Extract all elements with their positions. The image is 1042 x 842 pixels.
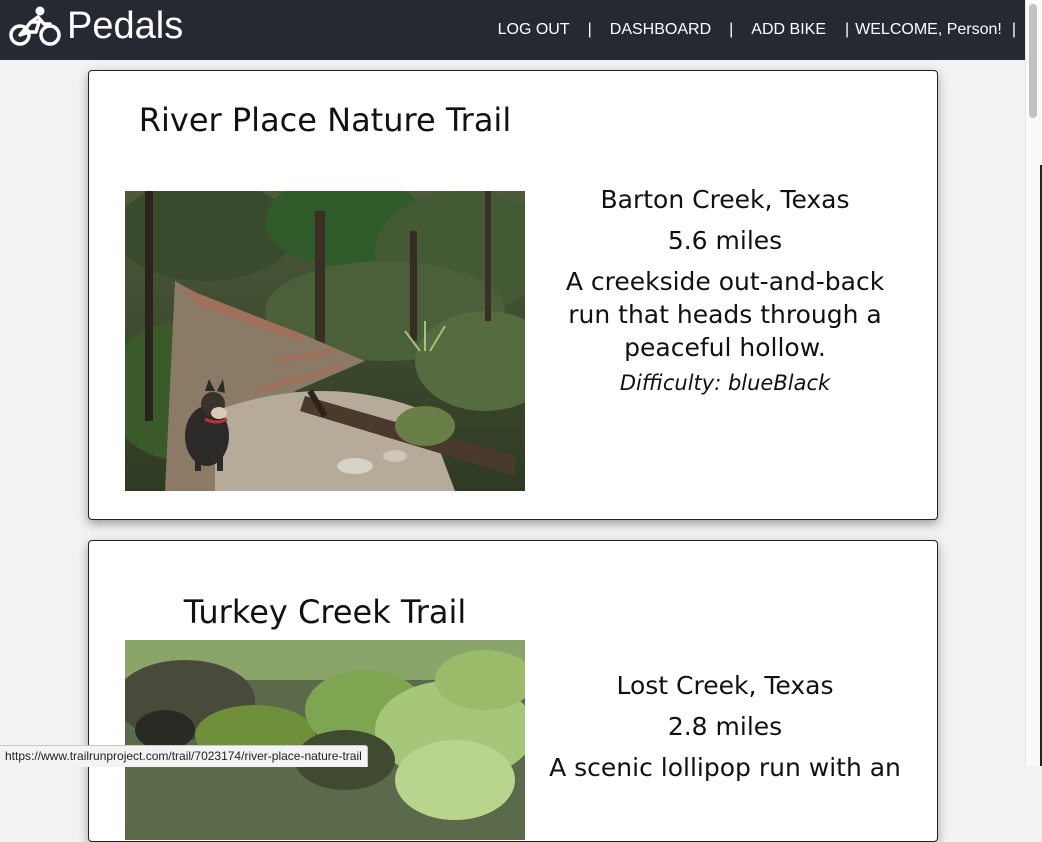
brand-name: Pedals — [67, 5, 184, 47]
nav-separator: | — [1011, 21, 1016, 38]
trail-info: Lost Creek, Texas 2.8 miles A scenic lol… — [545, 669, 905, 788]
trail-title: Turkey Creek Trail — [183, 593, 467, 631]
trail-title: River Place Nature Trail — [138, 101, 512, 139]
trail-photo-link[interactable] — [125, 191, 525, 491]
trail-location: Barton Creek, Texas — [600, 185, 850, 214]
main-nav: LOG OUT | DASHBOARD | ADD BIKE | WELCOME… — [498, 0, 1025, 60]
nav-separator: | — [587, 21, 592, 38]
scrollbar-thumb[interactable] — [1029, 4, 1037, 118]
trail-distance: 5.6 miles — [667, 226, 783, 255]
top-navbar: Pedals LOG OUT | DASHBOARD | ADD BIKE | … — [0, 0, 1025, 60]
trail-card: River Place Nature Trail Barton Creek, T… — [88, 70, 938, 520]
trail-photo — [125, 640, 525, 840]
trail-distance: 2.8 miles — [667, 712, 783, 741]
bicycle-rider-icon — [9, 6, 61, 46]
trail-card: Turkey Creek Trail Lost Creek, Texas 2.8… — [88, 540, 938, 842]
link-status-bar: https://www.trailrunproject.com/trail/70… — [0, 745, 368, 767]
nav-separator: | — [729, 21, 734, 38]
trail-difficulty: Difficulty: blueBlack — [619, 371, 831, 395]
nav-separator: | — [844, 21, 850, 38]
brand-link[interactable]: Pedals — [9, 4, 183, 48]
trail-info: Barton Creek, Texas 5.6 miles A creeksid… — [545, 183, 905, 398]
trail-photo — [125, 191, 525, 491]
add-bike-link[interactable]: ADD BIKE — [751, 21, 826, 39]
trail-description: A creekside out-and-back run that heads … — [565, 267, 885, 362]
trail-description: A scenic lollipop run with an — [549, 753, 901, 782]
welcome-message: WELCOME, Person! — [855, 21, 1002, 38]
trail-location: Lost Creek, Texas — [616, 671, 834, 700]
dashboard-link[interactable]: DASHBOARD — [610, 21, 711, 39]
logout-link[interactable]: LOG OUT — [498, 21, 570, 39]
trail-photo-link[interactable] — [125, 640, 525, 840]
